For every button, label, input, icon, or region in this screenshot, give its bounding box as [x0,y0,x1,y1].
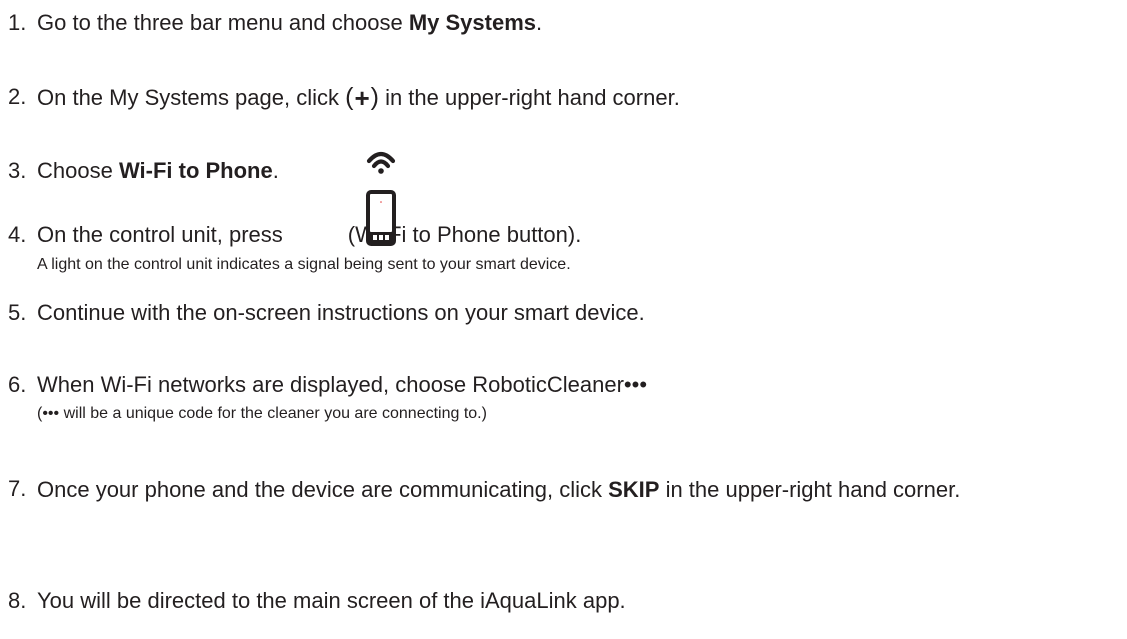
paren-close: ) [370,83,379,111]
step-number: 6. [8,372,27,397]
step-text-part: On the My Systems page, click [37,85,346,110]
step-text-part: . [536,10,543,35]
step-number: 8. [8,588,27,613]
plus-icon: + [354,83,370,113]
menu-item-my-systems: My Systems [408,10,536,35]
step-text-part: Go to the three bar menu and choose [37,10,409,35]
step-note: A light on the control unit indicates a … [37,256,571,273]
step-text: Go to the three bar menu and choose My S… [37,10,542,36]
paren-open: ( [345,83,354,111]
step-text: Choose Wi-Fi to Phone. [37,158,279,184]
step-text: On the My Systems page, click (+) in the… [37,84,680,111]
step-number: 1. [8,10,27,35]
step-text-part: Choose [37,158,119,183]
skip-label: SKIP [608,477,660,502]
step-text: Once your phone and the device are commu… [37,472,1117,507]
step-number: 2. [8,84,27,109]
step-text-part: . [272,158,279,183]
instructions-page: { "steps": [ { "number": "1.", "text_bef… [0,0,1127,639]
step-text: Continue with the on-screen instructions… [37,300,645,325]
step-text-part: in the upper-right hand corner. [378,85,680,110]
step-text-part: in the upper-right hand corner. [659,477,961,502]
step-note: (••• will be a unique code for the clean… [37,405,487,422]
step-number: 7. [8,476,27,501]
step-number: 4. [8,222,27,247]
wifi-phone-icon [366,151,396,246]
step-text: On the control unit, press (Wi-Fi to Phon… [37,222,581,248]
step-text-part: On the control unit, press [37,222,283,247]
step-text: When Wi-Fi networks are displayed, choos… [37,372,648,397]
step-text-part: Once your phone and the device are commu… [37,477,609,502]
step-number: 5. [8,300,27,325]
option-wifi-to-phone: Wi-Fi to Phone [118,158,273,183]
step-text: You will be directed to the main screen … [37,588,626,613]
step-number: 3. [8,158,27,183]
